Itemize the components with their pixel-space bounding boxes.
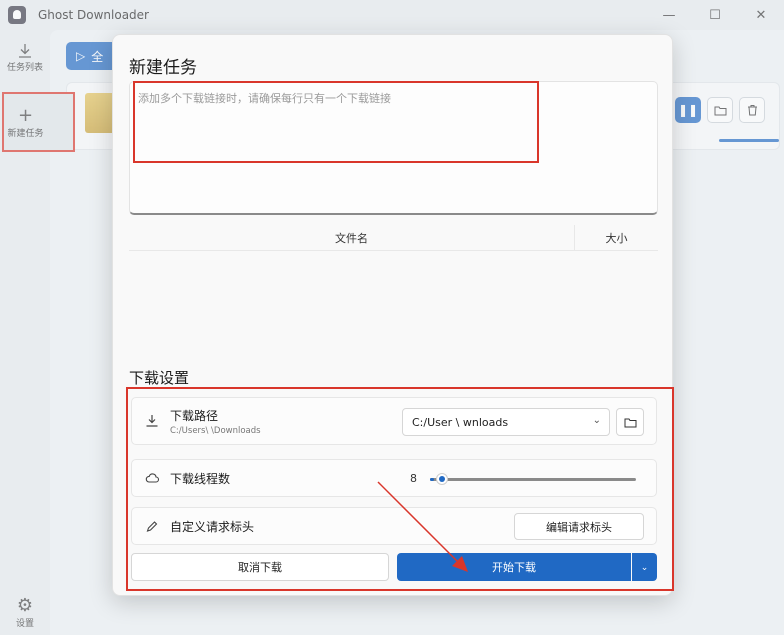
- start-download-dropdown[interactable]: ⌄: [632, 553, 657, 581]
- settings-title: 下载设置: [129, 369, 190, 387]
- custom-headers-label: 自定义请求标头: [170, 519, 255, 534]
- thread-count-label: 下载线程数: [170, 471, 231, 486]
- path-select-value: C:/User \ wnloads: [412, 415, 509, 429]
- download-path-card: 下载路径 C:/Users\ \Downloads C:/User \ wnlo…: [131, 397, 657, 445]
- dialog-title: 新建任务: [129, 58, 197, 78]
- thread-count-card: 下载线程数 8: [131, 459, 657, 497]
- slider-track: [430, 478, 636, 481]
- file-table-header: 文件名 大小: [129, 225, 658, 251]
- chevron-down-icon: ⌄: [592, 415, 601, 426]
- pencil-icon: [146, 520, 158, 532]
- slider-fill: [430, 478, 435, 481]
- column-size[interactable]: 大小: [575, 225, 658, 250]
- column-filename[interactable]: 文件名: [129, 225, 575, 250]
- slider-thumb[interactable]: [436, 473, 449, 485]
- custom-headers-card: 自定义请求标头 编辑请求标头: [131, 507, 657, 545]
- new-task-dialog: 新建任务 文件名 大小 下载设置 下载路径 C:/Users\ \Downloa…: [112, 34, 674, 596]
- start-download-button[interactable]: 开始下载: [397, 553, 631, 581]
- edit-headers-button[interactable]: 编辑请求标头: [514, 513, 644, 540]
- browse-folder-button[interactable]: [616, 408, 644, 436]
- cancel-download-button[interactable]: 取消下载: [131, 553, 389, 581]
- download-path-text: 下载路径 C:/Users\ \Downloads: [170, 407, 261, 436]
- folder-icon: [624, 418, 636, 427]
- url-input-box: [129, 81, 658, 215]
- path-select[interactable]: C:/User \ wnloads ⌄: [402, 408, 610, 436]
- download-path-value: C:/Users\ \Downloads: [170, 425, 261, 436]
- download-path-label: 下载路径: [170, 408, 219, 423]
- thread-count-slider[interactable]: [430, 472, 636, 486]
- cloud-icon: [145, 473, 160, 483]
- thread-count-value: 8: [410, 472, 417, 485]
- url-input[interactable]: [138, 90, 648, 205]
- chevron-down-icon: ⌄: [640, 561, 649, 572]
- download-icon: [146, 415, 158, 427]
